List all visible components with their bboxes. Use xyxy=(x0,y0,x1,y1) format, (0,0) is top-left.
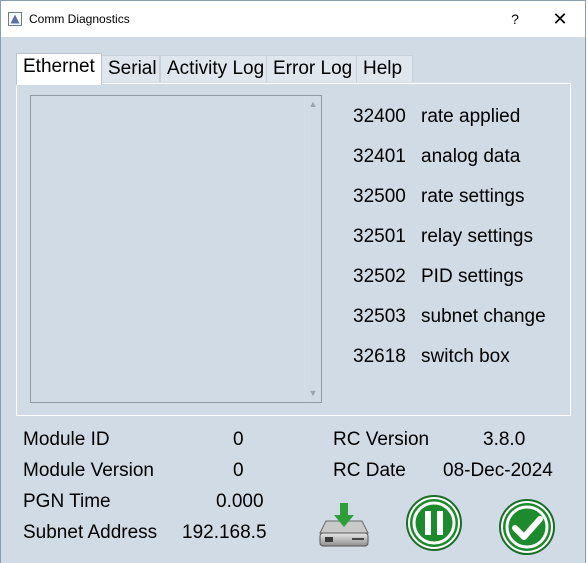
subnet-address-value: 192.168.5 xyxy=(182,522,267,543)
module-id-value: 0 xyxy=(233,429,244,450)
pgn-row: 32400 rate applied xyxy=(353,106,568,146)
subnet-address-label: Subnet Address xyxy=(23,522,158,543)
pgn-row: 32501 relay settings xyxy=(353,226,568,266)
module-version-label: Module Version xyxy=(23,460,154,481)
pgn-number: 32503 xyxy=(353,306,406,327)
pgn-description: rate settings xyxy=(421,186,525,207)
checkmark-icon xyxy=(499,499,555,555)
save-button[interactable] xyxy=(316,501,372,551)
module-version-value: 0 xyxy=(233,460,244,481)
pgn-row: 32503 subnet change xyxy=(353,306,568,346)
tab-error-log[interactable]: Error Log xyxy=(266,55,357,82)
pgn-number: 32400 xyxy=(353,106,406,127)
pgn-number: 32501 xyxy=(353,226,406,247)
pgn-description: switch box xyxy=(421,346,510,367)
pgn-description: PID settings xyxy=(421,266,524,287)
save-to-drive-icon xyxy=(319,503,369,547)
rc-date-label: RC Date xyxy=(333,460,406,481)
pgn-description: rate applied xyxy=(421,106,521,127)
pause-button[interactable] xyxy=(405,494,463,552)
tab-ethernet[interactable]: Ethernet xyxy=(16,53,102,85)
pgn-list: 32400 rate applied 32401 analog data 325… xyxy=(353,106,568,386)
pgn-number: 32618 xyxy=(353,346,406,367)
pgn-description: analog data xyxy=(421,146,521,167)
scroll-down-arrow-icon[interactable]: ▼ xyxy=(305,385,321,402)
pgn-time-label: PGN Time xyxy=(23,491,111,512)
pgn-row: 32401 analog data xyxy=(353,146,568,186)
module-id-label: Module ID xyxy=(23,429,110,450)
app-icon xyxy=(8,12,22,26)
rc-version-label: RC Version xyxy=(333,429,430,450)
close-button[interactable]: ✕ xyxy=(545,9,575,29)
pgn-row: 32500 rate settings xyxy=(353,186,568,226)
pgn-row: 32618 switch box xyxy=(353,346,568,386)
pgn-number: 32500 xyxy=(353,186,406,207)
tab-help[interactable]: Help xyxy=(356,55,413,82)
message-listbox[interactable]: ▲ ▼ xyxy=(30,95,322,403)
pgn-row: 32502 PID settings xyxy=(353,266,568,306)
rc-date-value: 08-Dec-2024 xyxy=(443,460,553,481)
rc-version-value: 3.8.0 xyxy=(483,429,526,450)
pause-icon xyxy=(406,495,462,551)
ok-button[interactable] xyxy=(498,498,556,556)
tab-serial[interactable]: Serial xyxy=(101,55,160,82)
pgn-description: subnet change xyxy=(421,306,546,327)
pgn-description: relay settings xyxy=(421,226,533,247)
window-title: Comm Diagnostics xyxy=(29,12,130,26)
pgn-number: 32401 xyxy=(353,146,406,167)
help-button[interactable]: ? xyxy=(503,9,527,29)
pgn-number: 32502 xyxy=(353,266,406,287)
scroll-up-arrow-icon[interactable]: ▲ xyxy=(305,96,321,113)
ethernet-panel: ▲ ▼ 32400 rate applied 32401 analog data… xyxy=(16,83,571,416)
comm-diagnostics-window: Comm Diagnostics ? ✕ Ethernet Serial Act… xyxy=(0,0,586,563)
tab-activity-log[interactable]: Activity Log xyxy=(160,55,267,82)
pgn-time-value: 0.000 xyxy=(216,491,264,512)
listbox-scrollbar[interactable]: ▲ ▼ xyxy=(304,96,321,402)
title-bar: Comm Diagnostics ? ✕ xyxy=(1,1,585,37)
